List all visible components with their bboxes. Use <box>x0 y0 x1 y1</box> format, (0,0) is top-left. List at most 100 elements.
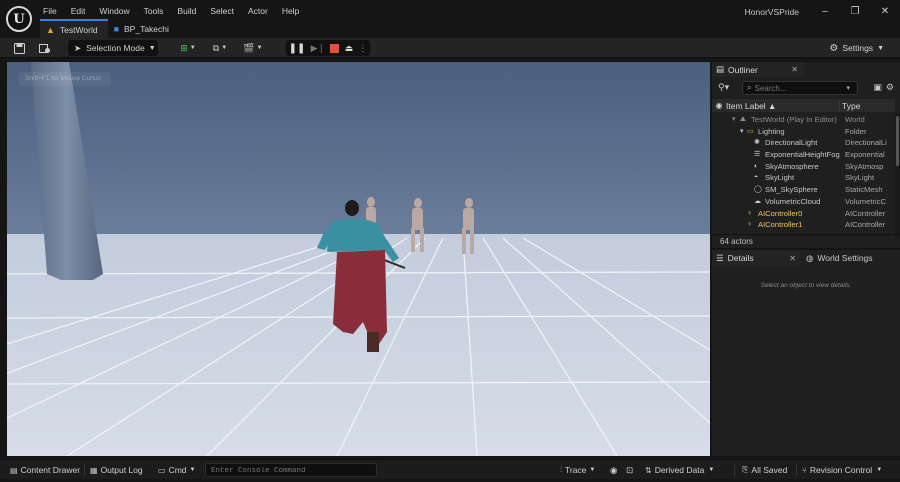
cmd-label: Cmd <box>168 465 187 475</box>
row-type: AIController <box>845 220 886 230</box>
add-actor-button[interactable]: ⊞ ▼ <box>176 40 200 56</box>
record-icon[interactable]: ◉ <box>610 463 617 477</box>
menu-window[interactable]: Window <box>92 4 136 18</box>
search-icon: ⌕ <box>747 83 752 92</box>
outliner-actions: ▣ ⚙ <box>873 82 894 93</box>
sky-atmosphere-icon: ◐ <box>754 162 759 170</box>
divider <box>84 464 85 476</box>
trace-label: Trace <box>565 465 587 475</box>
chevron-down-icon: ▼ <box>877 44 884 52</box>
tab-testworld-label: TestWorld <box>59 24 98 35</box>
divider <box>796 464 797 476</box>
tree-row[interactable]: ◯ SM_SkySphere StaticMesh <box>712 184 895 196</box>
cmd-dropdown[interactable]: ▭ Cmd ▼ <box>158 463 195 477</box>
add-folder-icon[interactable]: ▣ <box>873 82 882 93</box>
column-type[interactable]: Type <box>839 100 860 111</box>
filter-icon[interactable]: ⚲▾ <box>718 82 729 93</box>
row-label: SM_SkySphere <box>765 185 818 195</box>
menu-actor[interactable]: Actor <box>241 4 275 18</box>
close-window-button[interactable]: ✕ <box>870 0 900 22</box>
tree-row[interactable]: ▾ ⛰ TestWorld (Play In Editor) World <box>712 114 895 126</box>
outliner-scrollbar[interactable] <box>895 114 900 238</box>
menu-tools[interactable]: Tools <box>137 4 171 18</box>
revision-control-label: Revision Control <box>809 465 873 475</box>
details-tabs: ☰ Details ✕ ◍ World Settings <box>712 250 900 266</box>
play-controls: ❚❚ ▶❘ ⏏ ⋮ <box>286 40 370 56</box>
outliner-tab[interactable]: ▤ Outliner ✕ <box>712 62 804 77</box>
expand-arrow-icon[interactable]: ▾ <box>732 114 736 126</box>
tree-row[interactable]: ☰ ExponentialHeightFog Exponential <box>712 149 895 161</box>
console-command-box[interactable] <box>205 463 377 477</box>
derived-data-label: Derived Data <box>654 465 705 475</box>
gear-icon[interactable]: ⚙ <box>886 82 894 93</box>
expand-arrow-icon[interactable]: ▾ <box>740 126 744 138</box>
tree-row[interactable]: ♀ AIController0 AIController <box>712 208 895 220</box>
stop-icon[interactable] <box>330 43 340 53</box>
details-empty-hint: Select an object to view details. <box>760 282 852 289</box>
tree-row[interactable]: ◓ SkyLight SkyLight <box>712 172 895 184</box>
row-label: Lighting <box>758 126 785 136</box>
blueprint-button[interactable]: ⧉ ▼ <box>208 40 232 56</box>
tab-testworld[interactable]: ▲ TestWorld <box>40 19 108 38</box>
details-icon: ☰ <box>716 252 724 263</box>
settings-label: Settings <box>842 43 874 53</box>
trace-dropdown[interactable]: ⫶ Trace ▼ <box>560 463 595 477</box>
minimize-button[interactable]: – <box>810 0 840 22</box>
world-settings-label: World Settings <box>817 253 873 263</box>
content-drawer-icon: ▤ <box>10 465 18 475</box>
document-tabs: ▲ TestWorld ■ BP_Takechi <box>40 19 179 38</box>
pause-icon[interactable]: ❚❚ <box>289 43 306 54</box>
tree-row[interactable]: ▾ ▭ Lighting Folder <box>712 126 895 138</box>
menu-build[interactable]: Build <box>170 4 203 18</box>
content-drawer-button[interactable]: ▤ Content Drawer <box>10 463 80 477</box>
visibility-eye-icon[interactable]: ◉ <box>712 101 726 110</box>
save-icon[interactable] <box>10 40 28 56</box>
more-options-icon[interactable]: ⋮ <box>358 43 367 54</box>
unreal-logo[interactable]: U <box>6 6 32 32</box>
mode-arrow-icon: ➤ <box>74 42 82 53</box>
menu-edit[interactable]: Edit <box>64 4 93 18</box>
scene-render <box>7 62 710 456</box>
revision-control-icon: ⑂ <box>802 465 807 475</box>
browse-level-icon[interactable] <box>36 40 54 56</box>
close-icon[interactable]: ✕ <box>791 65 798 74</box>
close-icon[interactable]: ✕ <box>789 254 796 263</box>
outliner-tree: ▾ ⛰ TestWorld (Play In Editor) World ▾ ▭… <box>712 114 895 231</box>
outliner-search-box[interactable]: ⌕ ▾ <box>742 81 858 95</box>
row-type: VolumetricC <box>845 196 886 206</box>
level-viewport[interactable]: Shift+F1 for Mouse Cursor <box>7 62 710 456</box>
derived-data-dropdown[interactable]: ⇅ Derived Data ▼ <box>645 463 714 477</box>
outliner-search-input[interactable] <box>754 83 847 93</box>
row-label: SkyAtmosphere <box>765 161 819 171</box>
scrollbar-thumb[interactable] <box>896 116 899 166</box>
tab-bp-takechi[interactable]: ■ BP_Takechi <box>108 19 179 38</box>
camera-icon[interactable]: ⊡ <box>626 463 633 477</box>
step-icon[interactable]: ▶❘ <box>311 43 325 54</box>
maximize-button[interactable]: ❐ <box>840 0 870 22</box>
add-actor-icon: ⊞ <box>180 42 188 53</box>
tree-row[interactable]: ♀ AIController1 AIController <box>712 219 895 231</box>
row-type: SkyAtmosp <box>845 161 884 171</box>
selection-mode-dropdown[interactable]: ➤ Selection Mode ▼ <box>68 40 158 56</box>
settings-button[interactable]: ⚙ Settings ▼ <box>829 40 884 56</box>
menu-help[interactable]: Help <box>275 4 306 18</box>
menu-file[interactable]: File <box>36 4 64 18</box>
chevron-down-icon: ▾ <box>846 85 850 92</box>
menu-select[interactable]: Select <box>203 4 241 18</box>
world-icon: ⛰ <box>740 116 746 123</box>
output-log-button[interactable]: ▦ Output Log <box>90 463 143 477</box>
console-command-input[interactable] <box>206 465 376 477</box>
row-type: AIController <box>845 208 886 218</box>
chevron-down-icon: ▼ <box>589 467 596 473</box>
column-item-label[interactable]: Item Label ▲ <box>726 101 839 111</box>
eject-icon[interactable]: ⏏ <box>345 43 354 54</box>
cinematics-button[interactable]: 🎬 ▼ <box>240 40 266 56</box>
tree-row[interactable]: ◐ SkyAtmosphere SkyAtmosp <box>712 161 895 173</box>
tree-row[interactable]: ☁ VolumetricCloud VolumetricC <box>712 196 895 208</box>
all-saved-button[interactable]: ⎘ All Saved <box>742 463 787 477</box>
revision-control-dropdown[interactable]: ⑂ Revision Control ▼ <box>802 463 882 477</box>
tree-row[interactable]: ✺ DirectionalLight DirectionalLi <box>712 137 895 149</box>
world-settings-tab[interactable]: ◍ World Settings <box>800 250 873 266</box>
details-tab[interactable]: ☰ Details ✕ <box>712 250 800 266</box>
save-status-icon: ⎘ <box>742 465 749 474</box>
